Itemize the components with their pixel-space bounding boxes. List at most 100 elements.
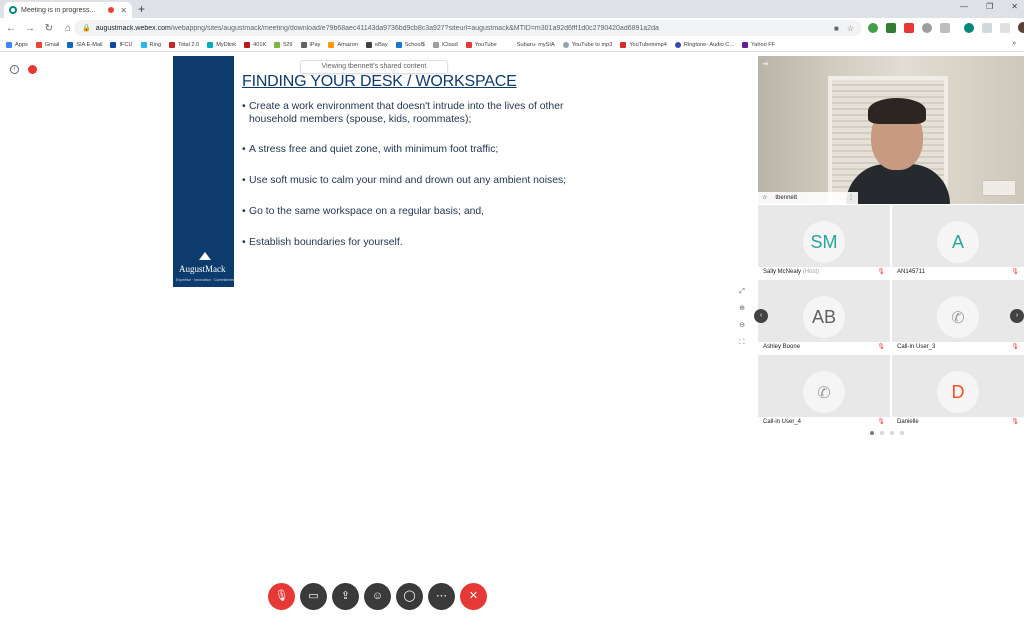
ring-icon <box>140 41 147 48</box>
more-options-icon[interactable]: ⋮ <box>848 192 854 204</box>
background-light-switch <box>982 180 1016 196</box>
video-off-icon: ▭ <box>308 590 319 602</box>
vanguard-icon <box>244 41 251 48</box>
tab-close-icon[interactable]: ✕ <box>120 6 127 15</box>
extension-red-icon[interactable] <box>904 22 914 33</box>
zoom-in-icon[interactable]: ⊕ <box>737 304 747 314</box>
leave-meeting-button[interactable]: ✕ <box>460 583 487 610</box>
address-bar[interactable]: 🔒 augustmack.webex.com/webappng/sites/au… <box>74 20 862 36</box>
maximize-icon[interactable]: ❐ <box>986 2 993 11</box>
camera-in-use-icon[interactable]: ■ <box>834 24 839 33</box>
bookmark-youtube-mp3[interactable]: YouTube to mp3 <box>562 41 612 48</box>
muted-mic-icon: 🎙 <box>877 419 885 425</box>
forward-icon[interactable]: → <box>22 23 38 34</box>
bookmark-ifcu[interactable]: IFCU <box>110 41 133 48</box>
participant-name: Danielle <box>897 419 919 425</box>
bookmark-school[interactable]: School$ <box>395 41 425 48</box>
bookmark-total[interactable]: Total 2.0 <box>169 41 199 48</box>
active-speaker-label: ☆ tbennett ⋮ <box>758 192 858 204</box>
extension-green-icon[interactable] <box>868 22 878 33</box>
bookmark-sia-email[interactable]: SIA E-Mail <box>67 41 102 48</box>
zoom-out-icon[interactable]: ⊖ <box>737 321 747 331</box>
video-button[interactable]: ▭ <box>300 583 327 610</box>
pager-dot[interactable] <box>880 431 884 435</box>
previous-page-icon[interactable]: ‹ <box>754 309 768 323</box>
school-icon <box>395 41 402 48</box>
meeting-info-icon[interactable]: i <box>10 65 19 74</box>
participant-tile[interactable]: ✆ Call-in User_4 🎙 <box>758 355 890 428</box>
profile-avatar[interactable] <box>1018 22 1024 33</box>
bookmark-star-icon[interactable]: ☆ <box>847 24 854 33</box>
pager-dot[interactable] <box>870 431 874 435</box>
participant-name: Call-In User_3 <box>897 344 936 350</box>
bookmark-529[interactable]: 529 <box>274 41 293 48</box>
bookmark-ipay[interactable]: iPay <box>300 41 320 48</box>
tab-title: Meeting is in progress... <box>21 6 96 14</box>
participant-tile[interactable]: AB Ashley Boone 🎙 <box>758 280 890 353</box>
url-path: /webappng/sites/augustmack/meeting/downl… <box>170 24 659 32</box>
reload-icon[interactable]: ↻ <box>41 23 57 34</box>
close-window-icon[interactable]: ✕ <box>1011 2 1018 11</box>
bookmark-401k[interactable]: 401K <box>244 41 266 48</box>
share-button[interactable]: ⇪ <box>332 583 359 610</box>
muted-mic-icon: 🎙 <box>877 269 885 275</box>
chat-bubble-icon: ◯ <box>403 590 416 602</box>
new-tab-button[interactable]: + <box>138 2 145 16</box>
tab-strip: Meeting is in progress... ✕ + — ❐ ✕ <box>0 0 1024 18</box>
extension-check-icon[interactable] <box>886 22 896 33</box>
participant-tile[interactable]: SM Sally McNealy (Host) 🎙 <box>758 205 890 278</box>
fit-to-window-icon[interactable]: ⛶ <box>737 338 747 348</box>
participant-tile[interactable]: A AN145711 🎙 <box>892 205 1024 278</box>
bookmarks-overflow-icon[interactable]: » <box>1012 40 1016 47</box>
more-button[interactable]: ⋯ <box>428 583 455 610</box>
bookmark-ring[interactable]: Ring <box>140 41 161 48</box>
pop-out-video-icon[interactable]: ⇥ <box>762 60 768 68</box>
slide-bullet: Use soft music to calm your mind and dro… <box>242 174 577 187</box>
speaker-hair <box>868 98 926 124</box>
bookmark-icloud[interactable]: iCloud <box>432 41 458 48</box>
pager-dot[interactable] <box>890 431 894 435</box>
bookmark-apps[interactable]: Apps <box>6 41 28 48</box>
participant-name: Sally McNealy <box>763 269 802 275</box>
bookmark-yahoo[interactable]: Yahoo FF <box>741 41 775 48</box>
more-icon: ⋯ <box>436 590 447 602</box>
participant-tile[interactable]: D Danielle 🎙 <box>892 355 1024 428</box>
bookmark-ringtone[interactable]: Ringtone- Audio C... <box>674 41 734 48</box>
webex-extension-icon[interactable] <box>964 22 974 33</box>
minimize-icon[interactable]: — <box>960 2 968 11</box>
pin-icon[interactable]: ☆ <box>762 192 767 204</box>
extension-github-icon[interactable] <box>922 22 932 33</box>
slide-brand: AugustMack <box>179 264 226 274</box>
cast-icon[interactable] <box>1000 22 1010 33</box>
participant-avatar: SM <box>803 221 845 263</box>
back-icon[interactable]: ← <box>3 23 19 34</box>
ipay-icon <box>300 41 307 48</box>
fullscreen-icon[interactable]: ⤢ <box>737 287 747 297</box>
bookmark-mydlink[interactable]: MyDlink <box>207 41 236 48</box>
participant-name: Call-in User_4 <box>763 419 802 425</box>
zoom-controls: ⤢ ⊕ ⊖ ⛶ <box>737 287 747 348</box>
active-speaker-name: tbennett <box>775 195 798 201</box>
person-icon: ☺ <box>371 590 384 602</box>
next-page-icon[interactable]: › <box>1010 309 1024 323</box>
bookmark-youtube[interactable]: YouTube <box>465 41 497 48</box>
participants-button[interactable]: ☺ <box>364 583 391 610</box>
bookmarks-bar: Apps Gmail SIA E-Mail IFCU Ring Total 2.… <box>0 38 1024 52</box>
bookmark-subaru[interactable]: Subaru- mySIA <box>517 42 555 48</box>
shared-slide: AugustMack Expertise · Innovation · Comm… <box>173 56 583 287</box>
recording-icon[interactable] <box>28 65 37 74</box>
bookmark-ebay[interactable]: eBay <box>365 41 388 48</box>
bookmark-youtubetomp4[interactable]: YouTubetomp4 <box>620 41 667 48</box>
slide-brand-band: AugustMack Expertise · Innovation · Comm… <box>173 56 234 287</box>
bookmark-amazon[interactable]: Amazon <box>328 41 358 48</box>
extension-grey-icon[interactable] <box>940 22 950 33</box>
bookmark-gmail[interactable]: Gmail <box>35 41 59 48</box>
mute-button[interactable]: 🎙 <box>268 583 295 610</box>
window-controls: — ❐ ✕ <box>960 2 1018 11</box>
pager-dot[interactable] <box>900 431 904 435</box>
media-queue-icon[interactable] <box>982 22 992 33</box>
active-speaker-video[interactable]: ⇥ ☆ tbennett ⋮ <box>758 56 1024 204</box>
participant-tile[interactable]: ✆ Call-In User_3 🎙 <box>892 280 1024 353</box>
browser-tab[interactable]: Meeting is in progress... ✕ <box>4 2 132 18</box>
chat-button[interactable]: ◯ <box>396 583 423 610</box>
